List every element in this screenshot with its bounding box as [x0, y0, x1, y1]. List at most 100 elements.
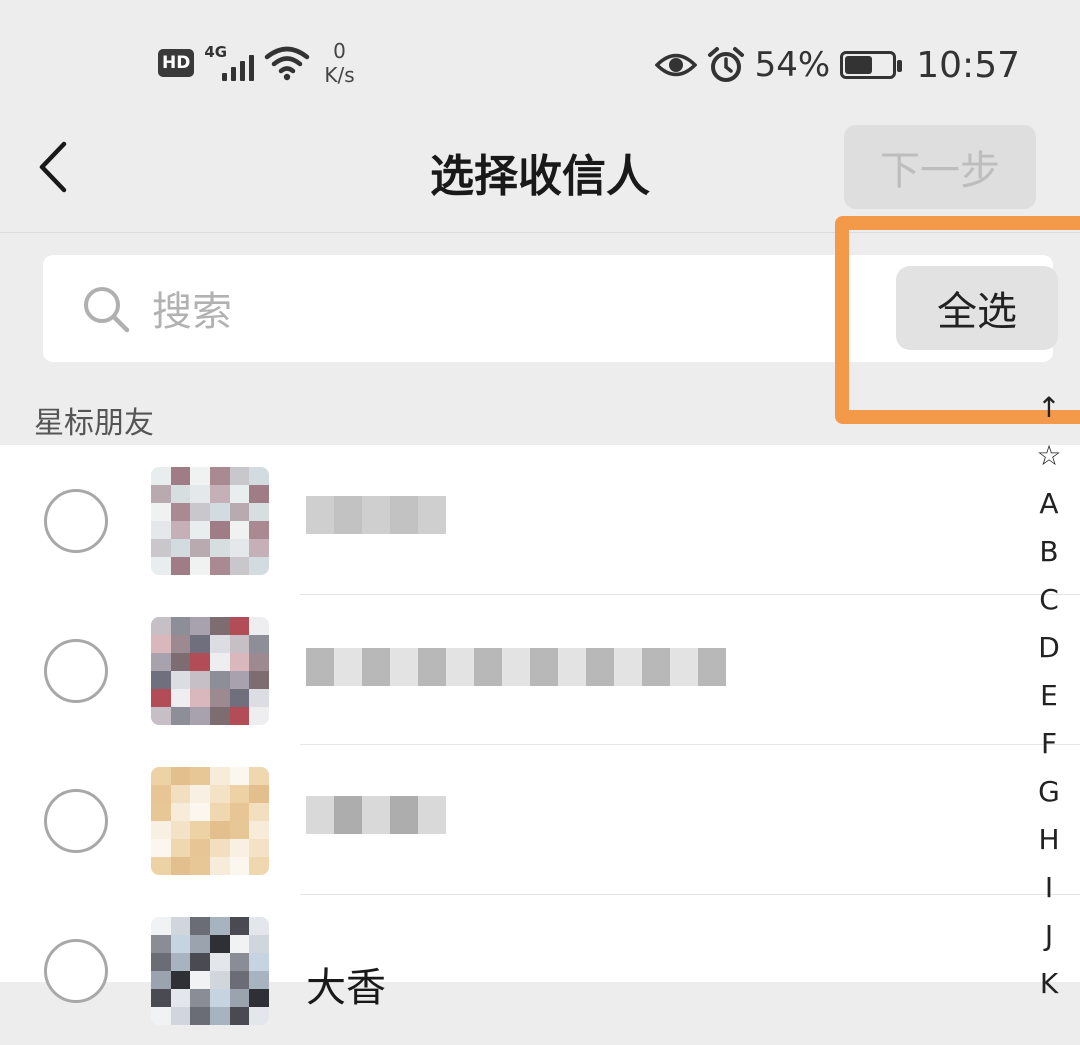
avatar-pixel: [229, 767, 250, 785]
avatar-pixel: [229, 503, 250, 521]
avatar-pixel: [249, 821, 269, 839]
speed-unit: K/s: [324, 63, 355, 87]
index-letter[interactable]: C: [1026, 576, 1072, 624]
redacted-block: [306, 648, 334, 686]
avatar-pixel: [249, 617, 269, 635]
redacted-block: [334, 496, 362, 534]
contact-name: [306, 645, 726, 689]
speed-value: 0: [333, 39, 346, 63]
redacted-block: [390, 648, 418, 686]
avatar-pixel: [190, 935, 210, 953]
redacted-block: [362, 648, 390, 686]
avatar-pixel: [249, 971, 269, 989]
select-checkbox[interactable]: [44, 489, 108, 553]
alarm-icon: [707, 47, 744, 82]
avatar-pixel: [151, 617, 171, 635]
avatar-pixel: [229, 989, 250, 1007]
avatar-pixel: [249, 707, 269, 725]
avatar-pixel: [209, 617, 230, 635]
avatar-pixel: [190, 467, 210, 485]
redacted-block: [306, 496, 334, 534]
avatar-pixel: [209, 635, 230, 653]
avatar-pixel: [209, 503, 230, 521]
redacted-block: [614, 648, 642, 686]
redacted-block: [418, 496, 446, 534]
index-letter[interactable]: G: [1026, 768, 1072, 816]
avatar-pixel: [151, 503, 171, 521]
avatar-pixel: [249, 521, 269, 539]
avatar-pixel: [249, 917, 269, 935]
avatar-pixel: [151, 839, 171, 857]
index-letter[interactable]: J: [1026, 912, 1072, 960]
contact-name: [306, 493, 446, 537]
avatar-pixel: [190, 653, 210, 671]
avatar-pixel: [209, 653, 230, 671]
index-letter[interactable]: K: [1026, 960, 1072, 1008]
redacted-block: [446, 648, 474, 686]
index-letter[interactable]: ↑: [1026, 384, 1072, 432]
avatar-pixel: [249, 857, 269, 875]
avatar-pixel: [151, 635, 171, 653]
avatar-pixel: [229, 467, 250, 485]
avatar-pixel: [229, 689, 250, 707]
avatar-pixel: [229, 671, 250, 689]
status-bar: HD 4G 0 K/s 54% 10:57: [0, 0, 1080, 118]
avatar-pixel: [170, 839, 191, 857]
contact-list: 大香: [0, 445, 1080, 1025]
avatar-pixel: [151, 1007, 171, 1025]
redacted-block: [474, 648, 502, 686]
avatar-pixel: [151, 539, 171, 557]
avatar-pixel: [209, 989, 230, 1007]
index-letter[interactable]: E: [1026, 672, 1072, 720]
avatar-pixel: [209, 935, 230, 953]
avatar-pixel: [170, 539, 191, 557]
avatar-pixel: [151, 785, 171, 803]
avatar-pixel: [249, 803, 269, 821]
avatar-pixel: [229, 935, 250, 953]
avatar-pixel: [151, 857, 171, 875]
select-checkbox[interactable]: [44, 939, 108, 1003]
avatar-pixel: [170, 917, 191, 935]
redacted-block: [558, 648, 586, 686]
redacted-block: [670, 648, 698, 686]
list-item[interactable]: [0, 745, 1080, 895]
hd-icon: HD: [158, 49, 195, 77]
avatar-pixel: [229, 917, 250, 935]
index-letter[interactable]: ☆: [1026, 432, 1072, 480]
avatar-pixel: [229, 803, 250, 821]
list-item[interactable]: 大香: [0, 895, 1080, 1045]
avatar-pixel: [249, 635, 269, 653]
next-step-button[interactable]: 下一步: [844, 125, 1036, 209]
redacted-block: [698, 648, 726, 686]
avatar-pixel: [170, 617, 191, 635]
select-checkbox[interactable]: [44, 639, 108, 703]
search-input[interactable]: [150, 284, 794, 340]
avatar-pixel: [249, 785, 269, 803]
avatar-pixel: [209, 803, 230, 821]
avatar-pixel: [151, 671, 171, 689]
avatar-pixel: [229, 971, 250, 989]
avatar-pixel: [170, 521, 191, 539]
redacted-block: [390, 496, 418, 534]
list-item[interactable]: [0, 595, 1080, 745]
avatar-pixel: [170, 707, 191, 725]
index-letter[interactable]: I: [1026, 864, 1072, 912]
select-checkbox[interactable]: [44, 789, 108, 853]
list-item[interactable]: [0, 445, 1080, 595]
avatar-pixel: [190, 989, 210, 1007]
index-letter[interactable]: D: [1026, 624, 1072, 672]
avatar-pixel: [151, 653, 171, 671]
avatar-pixel: [190, 521, 210, 539]
avatar-pixel: [249, 767, 269, 785]
redacted-block: [390, 796, 418, 834]
avatar-pixel: [229, 1007, 250, 1025]
index-letter[interactable]: H: [1026, 816, 1072, 864]
index-letter[interactable]: F: [1026, 720, 1072, 768]
index-letter[interactable]: A: [1026, 480, 1072, 528]
redacted-block: [334, 648, 362, 686]
avatar-pixel: [209, 1007, 230, 1025]
alphabet-index[interactable]: ↑ ☆ A B C D E F G H I J K: [1026, 384, 1072, 1008]
avatar-pixel: [190, 821, 210, 839]
index-letter[interactable]: B: [1026, 528, 1072, 576]
avatar: [151, 467, 269, 575]
